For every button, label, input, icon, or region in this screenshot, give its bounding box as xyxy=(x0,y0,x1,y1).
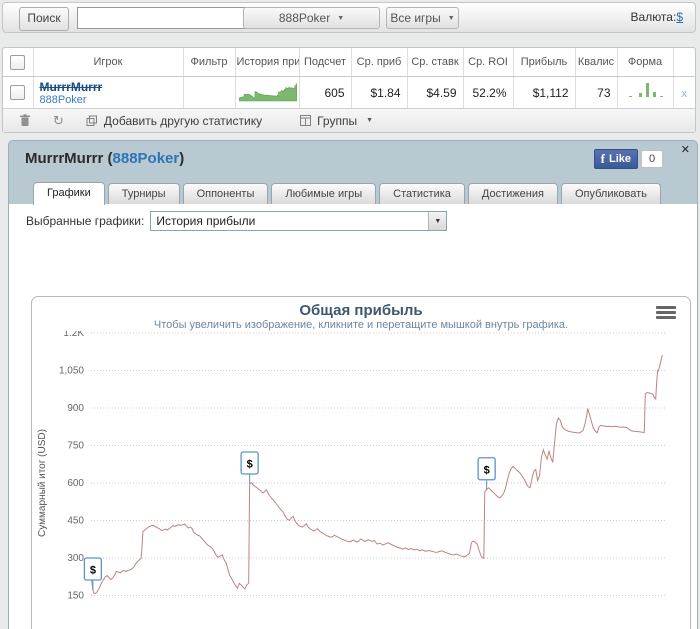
player-panel: MurrrMurrr (888Poker) f Like 0 ✕ Графики… xyxy=(8,140,698,629)
close-icon[interactable]: ✕ xyxy=(681,143,690,156)
graph-select-row: Выбранные графики: История прибыли ▼ xyxy=(26,211,448,231)
remove-row-link[interactable]: x xyxy=(682,88,688,100)
refresh-icon[interactable]: ↻ xyxy=(53,113,64,129)
svg-text:$: $ xyxy=(484,464,490,476)
like-label: Like xyxy=(608,153,631,165)
site-select-value: 888Poker xyxy=(278,11,331,25)
svg-text:Суммарный итог (USD): Суммарный итог (USD) xyxy=(37,429,48,537)
significant-win-flag[interactable]: $ xyxy=(477,457,496,490)
player-site[interactable]: 888Poker xyxy=(40,94,177,107)
tab-0[interactable]: Графики xyxy=(33,182,105,205)
avg-profit-cell: $1.84 xyxy=(350,76,407,108)
column-header-7[interactable]: Ср. ROI xyxy=(462,48,513,77)
panel-body: Выбранные графики: История прибыли ▼ Общ… xyxy=(9,204,697,629)
column-header-10[interactable]: Форма xyxy=(616,48,673,77)
tab-1[interactable]: Турниры xyxy=(107,183,180,204)
games-select[interactable]: Все игры ▼ xyxy=(386,7,459,29)
column-header-1[interactable]: Игрок xyxy=(32,48,183,77)
chart-subtitle: Чтобы увеличить изображение, кликните и … xyxy=(153,319,569,331)
groups-button[interactable]: Группы xyxy=(317,114,357,128)
column-header-empty-11[interactable] xyxy=(672,48,695,77)
graph-select-value: История прибыли xyxy=(156,214,256,228)
qualif-cell: 73 xyxy=(574,76,617,108)
copy-icon[interactable] xyxy=(86,115,98,127)
svg-text:150: 150 xyxy=(67,591,84,602)
player-name[interactable]: MurrrMurrr xyxy=(40,80,177,94)
currency-setting: Валюта:$ xyxy=(631,10,683,24)
chart-menu-button[interactable] xyxy=(656,306,676,321)
stats-table: ИгрокФильтрИстория прибыПодсчетСр. прибС… xyxy=(3,48,695,108)
search-button[interactable]: Поиск xyxy=(19,7,69,31)
chevron-down-icon: ▼ xyxy=(337,14,345,22)
avg-roi-cell: 52.2% xyxy=(462,76,513,108)
form-sparkline xyxy=(628,83,663,97)
site-select[interactable]: 888Poker ▼ xyxy=(243,7,380,29)
graph-select-label: Выбранные графики: xyxy=(26,214,145,228)
table-row[interactable]: MurrrMurrr 888Poker 605 $1.84 $4.59 52.2… xyxy=(3,76,695,108)
tab-5[interactable]: Достижения xyxy=(467,183,558,204)
svg-text:750: 750 xyxy=(67,441,84,452)
tabs-row: Графики Турниры Оппоненты Любимые игры Стати… xyxy=(33,182,661,205)
row-checkbox[interactable] xyxy=(10,85,26,100)
column-header-4[interactable]: Подсчет xyxy=(298,48,351,77)
currency-link[interactable]: $ xyxy=(676,10,683,24)
add-statistic-button[interactable]: Добавить другую статистику xyxy=(104,114,262,128)
currency-label: Валюта: xyxy=(630,10,677,24)
svg-text:600: 600 xyxy=(67,478,84,489)
svg-text:300: 300 xyxy=(67,553,84,564)
chart-title: Общая прибыль xyxy=(299,302,423,319)
svg-text:$: $ xyxy=(247,459,253,471)
profit-cell: $1,112 xyxy=(512,76,575,108)
svg-text:1,050: 1,050 xyxy=(59,366,84,377)
tab-4[interactable]: Статистика xyxy=(379,183,465,204)
grid-toolbar: ↻ Добавить другую статистику Группы ▼ xyxy=(3,108,695,132)
count-cell: 605 xyxy=(298,76,351,108)
groups-icon xyxy=(300,115,312,126)
form-cell xyxy=(616,76,673,108)
significant-win-flag[interactable]: $ xyxy=(240,451,259,484)
svg-text:450: 450 xyxy=(67,516,84,527)
trash-icon[interactable] xyxy=(19,114,31,127)
column-header-8[interactable]: Прибыль xyxy=(512,48,575,77)
search-input[interactable] xyxy=(77,7,247,29)
profit-history-cell xyxy=(234,76,299,108)
svg-text:900: 900 xyxy=(67,403,84,414)
facebook-like-button[interactable]: f Like xyxy=(593,149,638,169)
svg-text:$: $ xyxy=(90,565,96,577)
profit-sparkline xyxy=(238,83,297,102)
column-header-6[interactable]: Ср. ставк xyxy=(406,48,463,77)
tab-6[interactable]: Опубликовать xyxy=(560,183,661,204)
select-all-checkbox[interactable] xyxy=(10,54,26,70)
stats-grid-panel: ИгрокФильтрИстория прибыПодсчетСр. прибС… xyxy=(2,47,696,133)
chevron-down-icon: ▼ xyxy=(366,117,374,124)
page: Поиск 888Poker ▼ Все игры ▼ Валюта:$ Игр… xyxy=(0,0,700,629)
chevron-down-icon: ▼ xyxy=(447,14,455,22)
paren-close: ) xyxy=(179,150,185,167)
facebook-logo-icon: f xyxy=(600,151,605,166)
svg-text:1.2K: 1.2K xyxy=(63,331,84,339)
search-bar: Поиск 888Poker ▼ Все игры ▼ Валюта:$ xyxy=(2,2,696,33)
table-header-row: ИгрокФильтрИстория прибыПодсчетСр. прибС… xyxy=(3,48,695,77)
column-header-empty-0[interactable] xyxy=(3,48,33,77)
tab-3[interactable]: Любимые игры xyxy=(271,183,377,204)
panel-title: MurrrMurrr (888Poker) xyxy=(25,150,184,167)
chart-plot-area[interactable]: 1.2K1,0509007506004503001500010020030040… xyxy=(33,331,691,629)
avg-stake-cell: $4.59 xyxy=(406,76,463,108)
column-header-3[interactable]: История прибы xyxy=(234,48,299,77)
panel-title-site[interactable]: 888Poker xyxy=(113,150,180,167)
facebook-like: f Like 0 xyxy=(593,149,663,169)
panel-title-name: MurrrMurrr xyxy=(25,150,104,167)
column-header-5[interactable]: Ср. приб xyxy=(350,48,407,77)
graph-select[interactable]: История прибыли ▼ xyxy=(150,211,448,231)
profit-chart: Общая прибыль Чтобы увеличить изображени… xyxy=(31,296,691,629)
paren-open: ( xyxy=(103,150,113,167)
like-count-badge: 0 xyxy=(641,150,663,168)
filter-cell xyxy=(182,76,235,108)
tab-2[interactable]: Оппоненты xyxy=(182,183,269,204)
column-header-9[interactable]: Квалис xyxy=(574,48,617,77)
chevron-down-icon: ▼ xyxy=(428,212,447,230)
column-header-2[interactable]: Фильтр xyxy=(182,48,235,77)
significant-win-flag[interactable]: $ xyxy=(83,557,103,590)
games-select-value: Все игры xyxy=(390,11,441,25)
